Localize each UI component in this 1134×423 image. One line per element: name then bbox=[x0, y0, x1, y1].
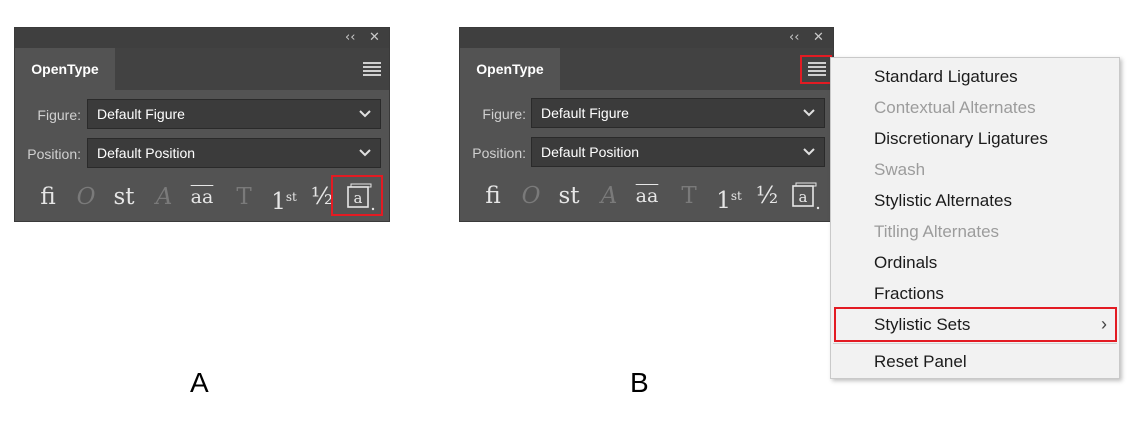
discretionary-ligatures-icon[interactable]: st bbox=[552, 179, 586, 213]
position-select-value: Default Position bbox=[97, 145, 196, 161]
chevron-down-icon bbox=[803, 148, 815, 156]
menu-item-fractions[interactable]: Fractions bbox=[874, 284, 944, 304]
opentype-flyout-menu: Standard Ligatures Contextual Alternates D… bbox=[830, 57, 1120, 379]
collapse-panel-icon[interactable]: ‹‹ bbox=[345, 30, 355, 46]
figure-label: Figure: bbox=[482, 106, 526, 122]
panel-tab-row: OpenType bbox=[15, 48, 389, 90]
menu-item-swash: Swash bbox=[874, 160, 926, 179]
stylistic-alternates-icon[interactable]: aa bbox=[185, 180, 219, 214]
ordinals-icon[interactable]: 1st bbox=[267, 180, 301, 215]
swash-icon[interactable]: A bbox=[592, 179, 626, 213]
stylistic-sets-icon[interactable]: a bbox=[788, 179, 822, 213]
position-select[interactable]: Default Position bbox=[531, 137, 825, 167]
position-label: Position: bbox=[27, 146, 81, 162]
panel-titlebar: ‹‹ ✕ bbox=[15, 28, 389, 48]
position-label: Position: bbox=[472, 145, 526, 161]
panel-menu-highlight bbox=[800, 55, 832, 84]
caption-b: B bbox=[630, 367, 649, 398]
titling-alternates-icon[interactable]: T bbox=[227, 180, 261, 214]
menu-item-standard-ligatures[interactable]: Standard Ligatures bbox=[874, 67, 1018, 87]
figure-select[interactable]: Default Figure bbox=[531, 98, 825, 128]
panel-tab-row: OpenType bbox=[460, 48, 833, 90]
panel-menu-icon[interactable] bbox=[363, 62, 381, 76]
titling-alternates-icon[interactable]: T bbox=[672, 179, 706, 213]
menu-item-stylistic-alternates[interactable]: Stylistic Alternates bbox=[874, 191, 1012, 211]
swash-icon[interactable]: A bbox=[147, 180, 181, 214]
submenu-arrow-icon: › bbox=[1101, 314, 1107, 334]
stylistic-alternates-icon[interactable]: aa bbox=[630, 179, 664, 213]
figure-select[interactable]: Default Figure bbox=[87, 99, 381, 129]
close-icon[interactable]: ✕ bbox=[813, 30, 824, 46]
menu-item-ordinals[interactable]: Ordinals bbox=[874, 253, 937, 273]
position-select-value: Default Position bbox=[541, 144, 640, 160]
figure-select-value: Default Figure bbox=[541, 105, 629, 121]
chevron-down-icon bbox=[359, 110, 371, 118]
caption-a: A bbox=[190, 367, 209, 398]
standard-ligatures-icon[interactable]: fi bbox=[31, 180, 65, 214]
menu-item-stylistic-sets[interactable]: Stylistic Sets bbox=[874, 315, 970, 335]
opentype-panel-a: ‹‹ ✕ OpenType Figure: Default Figure Pos… bbox=[14, 27, 390, 222]
ordinals-icon[interactable]: 1st bbox=[712, 179, 746, 214]
chevron-down-icon bbox=[803, 109, 815, 117]
svg-text:a: a bbox=[799, 188, 808, 206]
menu-separator bbox=[833, 343, 1117, 344]
menu-item-reset-panel[interactable]: Reset Panel bbox=[874, 352, 967, 372]
contextual-alternates-icon[interactable]: O bbox=[69, 180, 103, 214]
position-select[interactable]: Default Position bbox=[87, 138, 381, 168]
contextual-alternates-icon[interactable]: O bbox=[514, 179, 548, 213]
close-icon[interactable]: ✕ bbox=[369, 30, 380, 46]
tab-opentype[interactable]: OpenType bbox=[460, 48, 560, 90]
opentype-glyph-buttons: fi Ost Aaa T 1st ½ a bbox=[472, 179, 832, 214]
figure-select-value: Default Figure bbox=[97, 106, 185, 122]
fractions-icon[interactable]: ½ bbox=[750, 179, 784, 213]
menu-item-contextual-alternates: Contextual Alternates bbox=[874, 98, 1036, 117]
panel-titlebar: ‹‹ ✕ bbox=[460, 28, 833, 48]
collapse-panel-icon[interactable]: ‹‹ bbox=[789, 30, 799, 46]
chevron-down-icon bbox=[359, 149, 371, 157]
menu-item-titling-alternates: Titling Alternates bbox=[874, 222, 1000, 241]
figure-label: Figure: bbox=[37, 107, 81, 123]
stylistic-sets-highlight bbox=[331, 175, 383, 216]
menu-item-discretionary-ligatures[interactable]: Discretionary Ligatures bbox=[874, 129, 1048, 149]
tab-opentype[interactable]: OpenType bbox=[15, 48, 115, 90]
opentype-panel-b: ‹‹ ✕ OpenType Figure: Default Figure Pos… bbox=[459, 27, 834, 222]
standard-ligatures-icon[interactable]: fi bbox=[476, 179, 510, 213]
discretionary-ligatures-icon[interactable]: st bbox=[107, 180, 141, 214]
